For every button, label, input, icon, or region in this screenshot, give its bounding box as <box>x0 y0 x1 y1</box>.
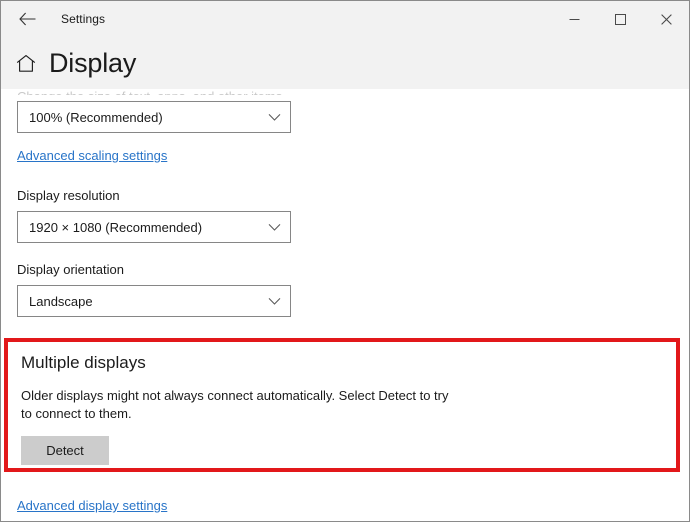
page-header: Display <box>1 37 689 89</box>
display-orientation-value: Landscape <box>29 294 93 309</box>
display-resolution-dropdown[interactable]: 1920 × 1080 (Recommended) <box>17 211 291 243</box>
window-title: Settings <box>61 12 105 26</box>
title-bar: Settings <box>1 1 689 37</box>
display-orientation-dropdown[interactable]: Landscape <box>17 285 291 317</box>
display-resolution-value: 1920 × 1080 (Recommended) <box>29 220 202 235</box>
chevron-down-icon <box>268 297 281 306</box>
settings-content: Change the size of text, apps, and other… <box>1 89 689 521</box>
back-button[interactable] <box>5 3 49 35</box>
multiple-displays-description: Older displays might not always connect … <box>21 387 461 423</box>
maximize-icon <box>615 14 626 25</box>
chevron-down-icon <box>268 113 281 122</box>
home-icon[interactable] <box>15 52 37 74</box>
minimize-button[interactable] <box>551 1 597 37</box>
page-title: Display <box>49 50 136 77</box>
minimize-icon <box>569 14 580 25</box>
close-button[interactable] <box>643 1 689 37</box>
scale-dropdown[interactable]: 100% (Recommended) <box>17 101 291 133</box>
home-glyph-icon <box>16 54 36 73</box>
scale-dropdown-value: 100% (Recommended) <box>29 110 163 125</box>
settings-window: Settings Disp <box>0 0 690 522</box>
chevron-down-icon <box>268 223 281 232</box>
display-orientation-label: Display orientation <box>17 262 689 277</box>
display-resolution-label: Display resolution <box>17 188 689 203</box>
maximize-button[interactable] <box>597 1 643 37</box>
multiple-displays-section: Multiple displays Older displays might n… <box>4 338 680 472</box>
advanced-scaling-settings-link[interactable]: Advanced scaling settings <box>17 148 167 163</box>
advanced-display-settings-link[interactable]: Advanced display settings <box>17 498 167 513</box>
back-arrow-icon <box>19 12 36 26</box>
caption-buttons <box>551 1 689 37</box>
multiple-displays-heading: Multiple displays <box>21 354 676 373</box>
close-icon <box>661 14 672 25</box>
detect-button[interactable]: Detect <box>21 436 109 465</box>
